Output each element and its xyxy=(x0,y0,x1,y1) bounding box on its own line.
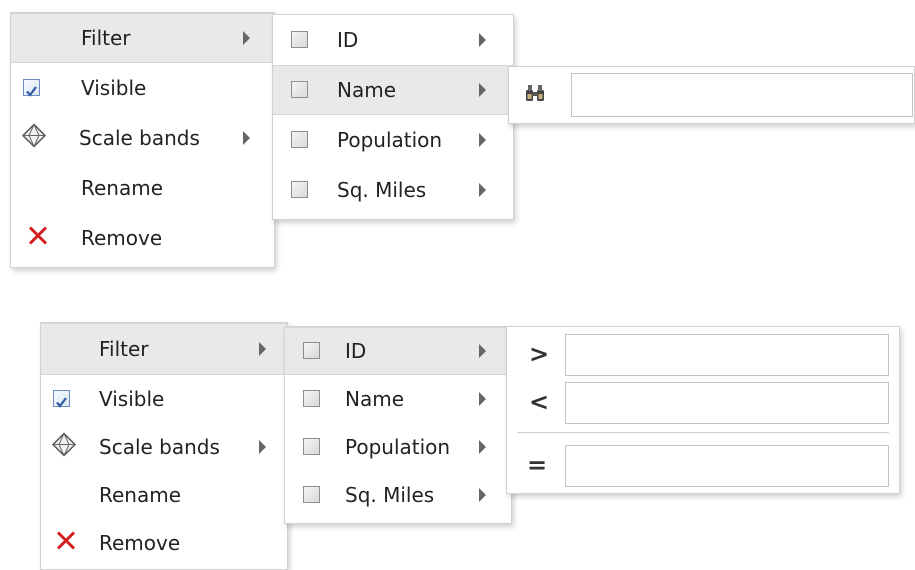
field-label: Name xyxy=(337,78,397,102)
field-submenu-top: ID Name Population Sq. Miles xyxy=(272,14,514,220)
field-checkbox[interactable] xyxy=(303,342,320,359)
menu-item-rename[interactable]: Rename xyxy=(11,163,274,213)
field-label: ID xyxy=(337,28,359,52)
checkmark-icon xyxy=(56,397,67,408)
remove-x-icon xyxy=(27,225,49,252)
field-label: Population xyxy=(345,435,451,459)
submenu-arrow-icon xyxy=(479,392,486,406)
layer-context-menu-top: Filter Visible Scale bands Rename Remove xyxy=(10,12,275,268)
field-submenu-bottom: ID Name Population Sq. Miles xyxy=(284,326,512,524)
id-compare-panel: > < = xyxy=(506,326,900,494)
field-item-name[interactable]: Name xyxy=(285,375,511,423)
separator xyxy=(517,432,889,433)
menu-item-scale-bands[interactable]: Scale bands xyxy=(11,113,274,163)
submenu-arrow-icon xyxy=(259,440,266,454)
field-checkbox[interactable] xyxy=(303,390,320,407)
name-search-input[interactable] xyxy=(571,73,913,117)
less-than-input[interactable] xyxy=(565,382,889,424)
submenu-arrow-icon xyxy=(479,33,486,47)
remove-label: Remove xyxy=(99,531,181,555)
visible-label: Visible xyxy=(81,76,147,100)
rename-label: Rename xyxy=(99,483,182,507)
equals-input[interactable] xyxy=(565,445,889,487)
submenu-arrow-icon xyxy=(243,31,250,45)
binoculars-icon xyxy=(525,83,545,107)
field-item-sq-miles[interactable]: Sq. Miles xyxy=(285,471,511,519)
remove-label: Remove xyxy=(81,226,163,250)
scale-bands-icon xyxy=(51,432,77,463)
submenu-arrow-icon xyxy=(243,131,250,145)
visible-label: Visible xyxy=(99,387,165,411)
submenu-arrow-icon xyxy=(259,342,266,356)
field-checkbox[interactable] xyxy=(291,81,308,98)
less-than-operator: < xyxy=(529,388,550,416)
menu-item-visible[interactable]: Visible xyxy=(41,375,287,423)
filter-label: Filter xyxy=(81,26,131,50)
submenu-arrow-icon xyxy=(479,133,486,147)
field-checkbox[interactable] xyxy=(291,131,308,148)
scale-bands-icon xyxy=(21,123,47,154)
name-search-panel xyxy=(508,66,915,124)
visible-checkbox[interactable] xyxy=(23,79,40,97)
field-item-sq-miles[interactable]: Sq. Miles xyxy=(273,165,513,215)
field-item-population[interactable]: Population xyxy=(285,423,511,471)
field-item-id[interactable]: ID xyxy=(273,15,513,65)
field-checkbox[interactable] xyxy=(291,31,308,48)
equals-operator: = xyxy=(527,451,548,479)
submenu-arrow-icon xyxy=(479,344,486,358)
menu-item-filter[interactable]: Filter xyxy=(11,13,274,63)
submenu-arrow-icon xyxy=(479,440,486,454)
greater-than-input[interactable] xyxy=(565,334,889,376)
menu-item-scale-bands[interactable]: Scale bands xyxy=(41,423,287,471)
submenu-arrow-icon xyxy=(479,183,486,197)
field-label: Sq. Miles xyxy=(345,483,435,507)
menu-item-filter[interactable]: Filter xyxy=(41,323,287,375)
menu-item-rename[interactable]: Rename xyxy=(41,471,287,519)
field-item-id[interactable]: ID xyxy=(285,327,511,375)
field-checkbox[interactable] xyxy=(291,181,308,198)
filter-label: Filter xyxy=(99,337,149,361)
menu-item-visible[interactable]: Visible xyxy=(11,63,274,113)
field-item-name[interactable]: Name xyxy=(273,65,513,115)
field-label: Name xyxy=(345,387,405,411)
submenu-arrow-icon xyxy=(479,488,486,502)
visible-checkbox[interactable] xyxy=(53,390,70,408)
menu-item-remove[interactable]: Remove xyxy=(11,213,274,263)
field-label: Population xyxy=(337,128,443,152)
field-checkbox[interactable] xyxy=(303,438,320,455)
greater-than-operator: > xyxy=(529,340,550,368)
checkmark-icon xyxy=(26,86,37,97)
scale-bands-label: Scale bands xyxy=(99,435,220,459)
field-label: Sq. Miles xyxy=(337,178,427,202)
rename-label: Rename xyxy=(81,176,164,200)
submenu-arrow-icon xyxy=(479,83,486,97)
menu-item-remove[interactable]: Remove xyxy=(41,519,287,567)
field-item-population[interactable]: Population xyxy=(273,115,513,165)
field-checkbox[interactable] xyxy=(303,486,320,503)
remove-x-icon xyxy=(55,530,77,557)
layer-context-menu-bottom: Filter Visible Scale bands Rename Remove xyxy=(40,322,288,570)
scale-bands-label: Scale bands xyxy=(79,126,200,150)
field-label: ID xyxy=(345,339,367,363)
